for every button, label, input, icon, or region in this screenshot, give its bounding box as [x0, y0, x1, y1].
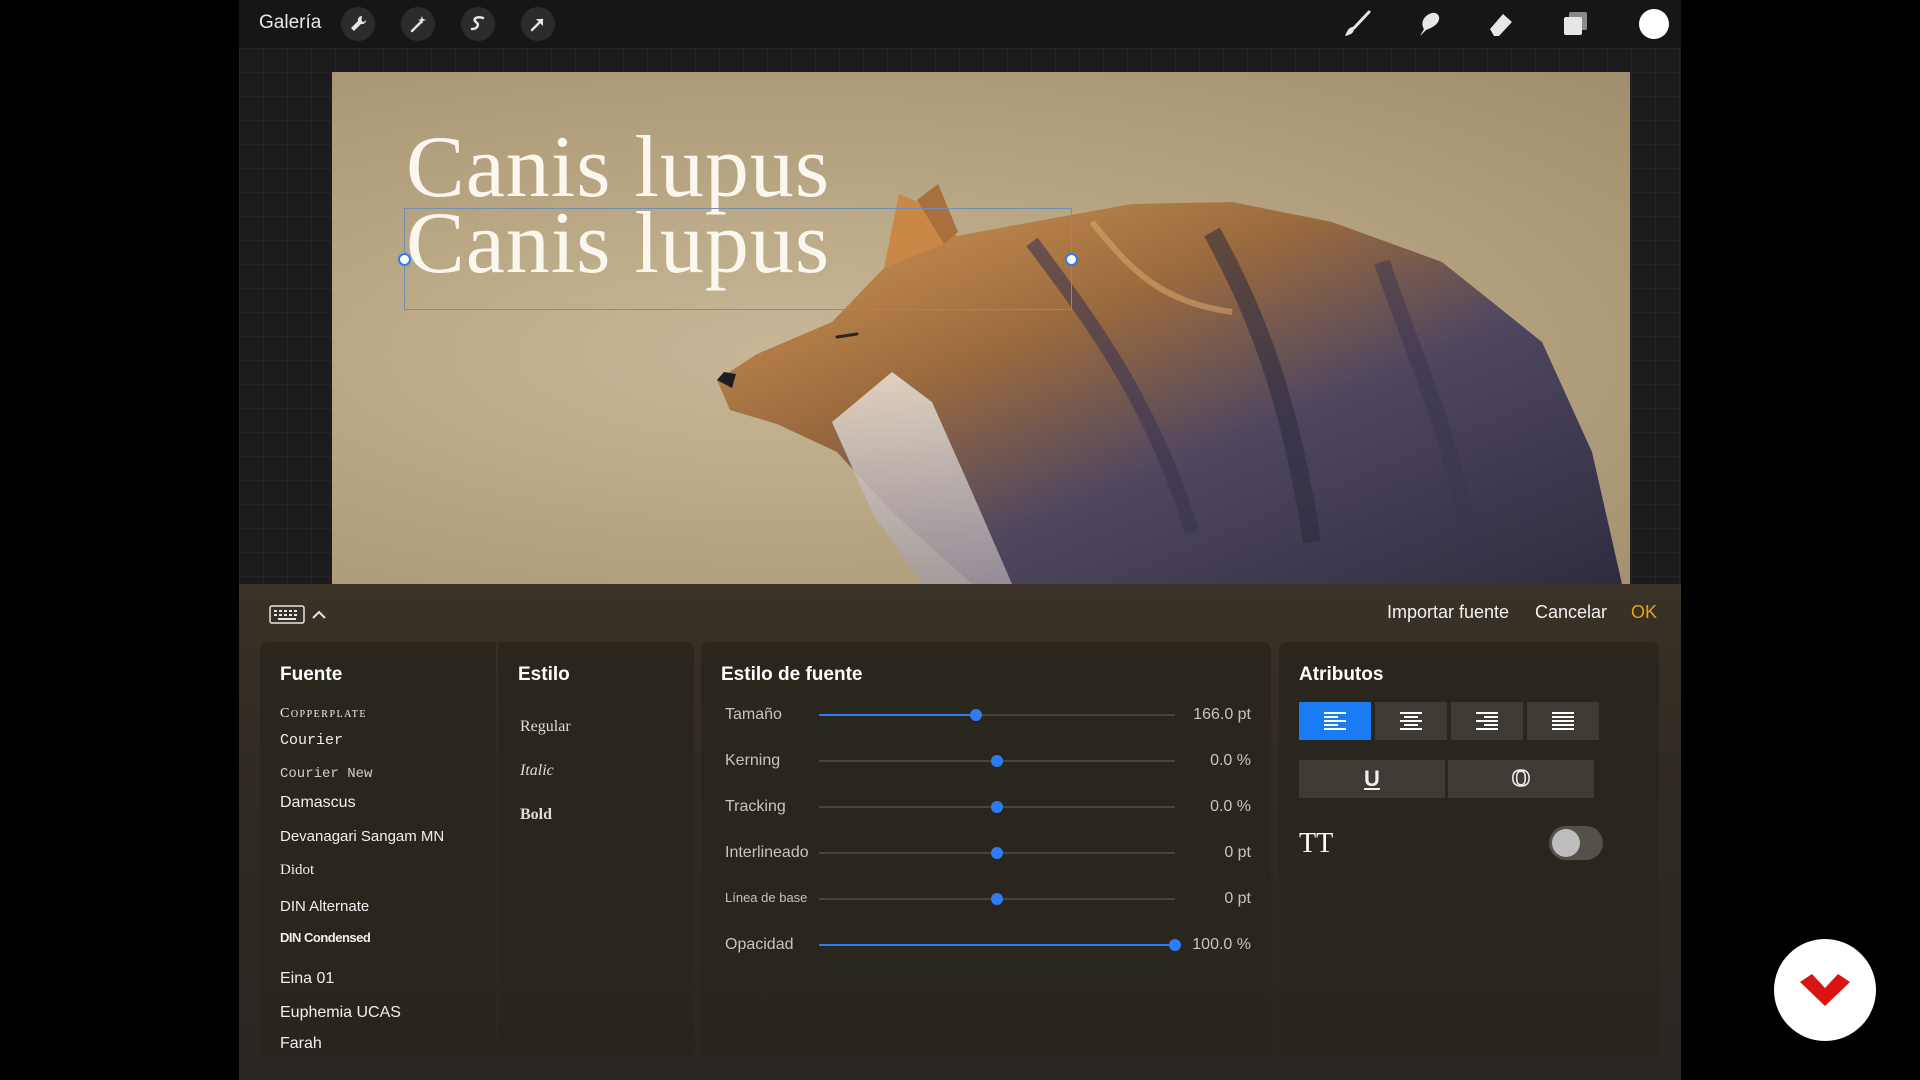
magic-wand-icon[interactable]	[401, 7, 435, 41]
font-item-farah[interactable]: Farah	[280, 1035, 322, 1053]
slider-fill	[819, 714, 976, 716]
selection-icon[interactable]	[461, 7, 495, 41]
font-item-euphemia-ucas[interactable]: Euphemia UCAS	[280, 1004, 401, 1022]
slider-track[interactable]	[819, 847, 1175, 859]
slider-label: Opacidad	[725, 936, 794, 953]
ok-button[interactable]: OK	[1631, 602, 1657, 623]
font-item-copperplate[interactable]: Copperplate	[280, 706, 367, 722]
chevron-up-icon	[312, 610, 326, 619]
align-right-button[interactable]	[1451, 702, 1523, 740]
slider-track[interactable]	[819, 801, 1175, 813]
slider-thumb[interactable]	[991, 893, 1003, 905]
slider-thumb[interactable]	[991, 755, 1003, 767]
selection-handle-right[interactable]	[1065, 253, 1078, 266]
text-edit-panel: Importar fuente Cancelar OK Fuente Coppe…	[239, 584, 1681, 1080]
slider-label: Tracking	[725, 798, 786, 815]
style-item-regular[interactable]: Regular	[520, 718, 571, 736]
top-toolbar: Galería	[239, 0, 1681, 48]
transform-arrow-icon[interactable]	[521, 7, 555, 41]
slider-row: Kerning 0.0 %	[701, 746, 1271, 776]
eraser-icon[interactable]	[1485, 8, 1517, 40]
underline-button[interactable]: U	[1299, 760, 1445, 798]
align-center-button[interactable]	[1375, 702, 1447, 740]
smudge-icon[interactable]	[1413, 8, 1445, 40]
slider-value: 166.0 pt	[1193, 706, 1251, 723]
wrench-icon[interactable]	[341, 7, 375, 41]
font-item-damascus[interactable]: Damascus	[280, 794, 356, 812]
slider-thumb[interactable]	[969, 709, 982, 721]
style-list-title: Estilo	[518, 664, 570, 685]
align-left-button[interactable]	[1299, 702, 1371, 740]
slider-row: Opacidad 100.0 %	[701, 930, 1271, 960]
outline-button[interactable]: O	[1448, 760, 1594, 798]
slider-value: 0 pt	[1224, 890, 1251, 907]
procreate-app: Galería Canis lupus Canis lupus Importar…	[239, 0, 1681, 1080]
attributes-panel: Atributos U O TT	[1279, 642, 1659, 1058]
attributes-title: Atributos	[1299, 664, 1384, 685]
justify-icon	[1552, 712, 1574, 730]
workspace: Canis lupus Canis lupus	[239, 48, 1681, 584]
align-center-icon	[1400, 712, 1422, 730]
slider-thumb[interactable]	[1169, 939, 1181, 951]
align-left-icon	[1324, 712, 1346, 730]
slider-row: Tamaño 166.0 pt	[701, 700, 1271, 730]
keyboard-icon	[269, 605, 305, 624]
align-right-icon	[1476, 712, 1498, 730]
slider-label: Kerning	[725, 752, 781, 769]
font-style-title: Estilo de fuente	[721, 664, 863, 685]
brush-icon[interactable]	[1341, 8, 1373, 40]
slider-label: Tamaño	[725, 706, 782, 723]
font-item-eina-01[interactable]: Eina 01	[280, 970, 334, 988]
font-list-panel: Fuente Copperplate Courier Courier New D…	[260, 642, 496, 1058]
artwork-canvas[interactable]: Canis lupus Canis lupus	[332, 72, 1630, 584]
font-item-din-alternate[interactable]: DIN Alternate	[280, 898, 369, 915]
toggle-knob	[1552, 829, 1580, 857]
brand-logo-icon	[1800, 974, 1850, 1006]
slider-track[interactable]	[819, 939, 1181, 951]
all-caps-toggle[interactable]	[1549, 826, 1603, 860]
style-item-italic[interactable]: Italic	[520, 762, 554, 780]
font-item-courier[interactable]: Courier	[280, 732, 343, 749]
slider-row: Tracking 0.0 %	[701, 792, 1271, 822]
slider-row: Línea de base 0 pt	[701, 884, 1271, 914]
slider-track[interactable]	[819, 755, 1175, 767]
font-list-title: Fuente	[280, 664, 343, 685]
all-caps-label: TT	[1299, 828, 1334, 859]
slider-track[interactable]	[819, 709, 1175, 721]
import-font-button[interactable]: Importar fuente	[1387, 602, 1509, 623]
slider-thumb[interactable]	[991, 801, 1003, 813]
cancel-button[interactable]: Cancelar	[1535, 602, 1607, 623]
gallery-button[interactable]: Galería	[259, 12, 321, 34]
slider-fill	[819, 944, 1175, 946]
slider-value: 0 pt	[1224, 844, 1251, 861]
layers-icon[interactable]	[1559, 8, 1591, 40]
text-selection-box[interactable]	[404, 208, 1072, 310]
brand-logo	[1774, 939, 1876, 1041]
style-item-bold[interactable]: Bold	[520, 806, 552, 824]
keyboard-toggle[interactable]	[269, 602, 333, 631]
font-item-devanagari-sangam-mn[interactable]: Devanagari Sangam MN	[280, 828, 444, 845]
font-item-din-condensed[interactable]: DIN Condensed	[280, 930, 371, 945]
slider-value: 0.0 %	[1210, 798, 1251, 815]
slider-value: 100.0 %	[1192, 936, 1251, 953]
color-picker-swatch[interactable]	[1639, 9, 1669, 39]
slider-value: 0.0 %	[1210, 752, 1251, 769]
font-style-list-panel: Estilo Regular Italic Bold	[498, 642, 694, 1058]
slider-thumb[interactable]	[991, 847, 1003, 859]
slider-label: Interlineado	[725, 844, 809, 861]
selection-handle-left[interactable]	[398, 253, 411, 266]
font-style-panel: Estilo de fuente Tamaño 166.0 pt Kerning 0.…	[701, 642, 1271, 1058]
slider-track[interactable]	[819, 893, 1175, 905]
slider-row: Interlineado 0 pt	[701, 838, 1271, 868]
font-item-didot[interactable]: Didot	[280, 862, 314, 879]
slider-label: Línea de base	[725, 890, 808, 905]
justify-button[interactable]	[1527, 702, 1599, 740]
font-item-courier-new[interactable]: Courier New	[280, 766, 372, 782]
